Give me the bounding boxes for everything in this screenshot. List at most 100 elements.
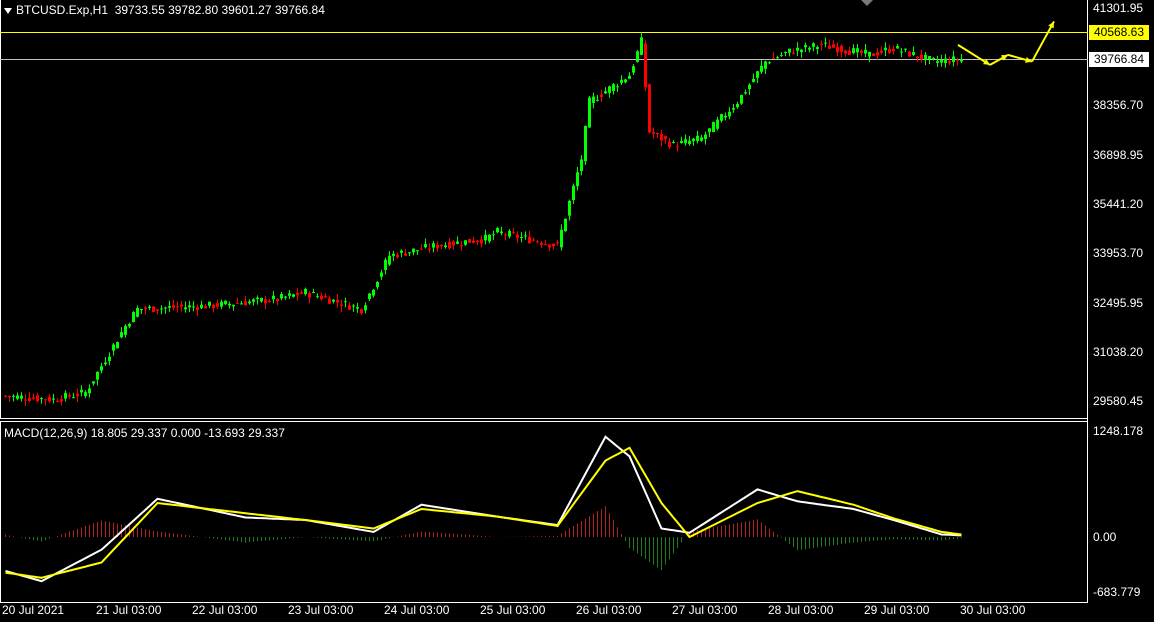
candle-body bbox=[148, 306, 151, 308]
candle-body bbox=[444, 245, 447, 248]
candle-body bbox=[516, 234, 519, 238]
macd-main-line bbox=[5, 435, 962, 583]
candle-body bbox=[8, 395, 11, 397]
candle-body bbox=[696, 135, 699, 141]
candle-body bbox=[48, 396, 51, 402]
chart-canvas[interactable] bbox=[0, 0, 1154, 622]
candle-body bbox=[124, 325, 127, 335]
time-tick: 25 Jul 03:00 bbox=[480, 603, 546, 617]
candle-body bbox=[24, 399, 27, 401]
bid-price-badge: 39766.84 bbox=[1089, 52, 1149, 67]
candle-body bbox=[288, 293, 291, 296]
candle-body bbox=[480, 239, 483, 244]
candle-body bbox=[352, 305, 355, 307]
candle-body bbox=[108, 356, 111, 362]
candle-body bbox=[264, 299, 267, 304]
candle-body bbox=[92, 381, 95, 384]
candle-body bbox=[328, 298, 331, 304]
candle-body bbox=[752, 78, 755, 82]
candle-body bbox=[768, 62, 771, 64]
candle-body bbox=[488, 234, 491, 242]
candle-body bbox=[16, 395, 19, 399]
candle-body bbox=[308, 293, 311, 298]
candle-body bbox=[832, 44, 835, 48]
candle-body bbox=[300, 292, 303, 294]
candle-body bbox=[44, 399, 47, 401]
candle-body bbox=[284, 296, 287, 298]
candle-body bbox=[472, 240, 475, 243]
candle-body bbox=[844, 50, 847, 54]
candle-body bbox=[856, 48, 859, 53]
candle-body bbox=[448, 241, 451, 249]
candle-body bbox=[680, 140, 683, 143]
candle-body bbox=[604, 91, 607, 94]
candle-body bbox=[236, 303, 239, 305]
time-tick: 28 Jul 03:00 bbox=[768, 603, 834, 617]
candle-body bbox=[636, 51, 639, 62]
candle-body bbox=[824, 42, 827, 44]
candle-body bbox=[904, 48, 907, 50]
forecast-arrows[interactable] bbox=[957, 20, 1055, 66]
candle-body bbox=[88, 388, 91, 394]
candle-body bbox=[460, 245, 463, 247]
symbol-info: BTCUSD.Exp,H1 39733.55 39782.80 39601.27… bbox=[4, 3, 325, 17]
candle-body bbox=[828, 45, 831, 49]
candle-body bbox=[772, 57, 775, 59]
candle-body bbox=[240, 303, 243, 305]
candle-body bbox=[536, 241, 539, 243]
candle-body bbox=[428, 248, 431, 250]
price-tick: 38356.70 bbox=[1093, 98, 1144, 112]
candle-body bbox=[376, 281, 379, 288]
candle-body bbox=[932, 58, 935, 60]
candle-body bbox=[808, 47, 811, 50]
candle-body bbox=[368, 293, 371, 300]
candle-body bbox=[632, 66, 635, 73]
candle-body bbox=[708, 128, 711, 133]
candle-body bbox=[340, 304, 343, 306]
candle-body bbox=[800, 49, 803, 53]
candle-body bbox=[416, 250, 419, 252]
candle-body bbox=[344, 301, 347, 303]
candle-body bbox=[64, 392, 67, 399]
ohlc-values: 39733.55 39782.80 39601.27 39766.84 bbox=[114, 3, 325, 17]
candle-body bbox=[876, 52, 879, 56]
candle-body bbox=[624, 79, 627, 83]
time-tick: 26 Jul 03:00 bbox=[576, 603, 642, 617]
candle-body bbox=[156, 309, 159, 311]
candle-body bbox=[216, 303, 219, 307]
candle-body bbox=[192, 306, 195, 308]
candle-body bbox=[420, 248, 423, 250]
candle-body bbox=[900, 51, 903, 53]
candle-body bbox=[676, 146, 679, 148]
candle-body bbox=[400, 250, 403, 253]
candle-body bbox=[408, 252, 411, 254]
candle-body bbox=[804, 44, 807, 48]
candle-body bbox=[304, 288, 307, 295]
candle-body bbox=[848, 50, 851, 55]
candle-body bbox=[884, 47, 887, 51]
candle-body bbox=[608, 86, 611, 93]
candle-body bbox=[620, 79, 623, 83]
candle-body bbox=[716, 119, 719, 129]
candle-body bbox=[532, 239, 535, 241]
candle-body bbox=[576, 172, 579, 187]
candle-body bbox=[852, 48, 855, 54]
candle-body bbox=[816, 47, 819, 50]
candle-body bbox=[960, 59, 963, 62]
candle-body bbox=[564, 218, 567, 232]
candle-body bbox=[468, 238, 471, 243]
candle-body bbox=[652, 132, 655, 134]
candle-body bbox=[600, 94, 603, 97]
macd-indicator-label: MACD(12,26,9) 18.805 29.337 0.000 -13.69… bbox=[4, 426, 285, 440]
candle-body bbox=[952, 56, 955, 62]
candle-body bbox=[360, 309, 363, 314]
candle-body bbox=[36, 395, 39, 402]
candle-body bbox=[120, 332, 123, 338]
candle-body bbox=[424, 243, 427, 248]
price-tick: 31038.20 bbox=[1093, 345, 1144, 359]
candle-body bbox=[920, 54, 923, 60]
time-tick: 27 Jul 03:00 bbox=[672, 603, 738, 617]
chart-shift-marker[interactable] bbox=[861, 0, 873, 6]
dropdown-triangle-icon[interactable] bbox=[4, 7, 12, 14]
candle-body bbox=[812, 43, 815, 47]
